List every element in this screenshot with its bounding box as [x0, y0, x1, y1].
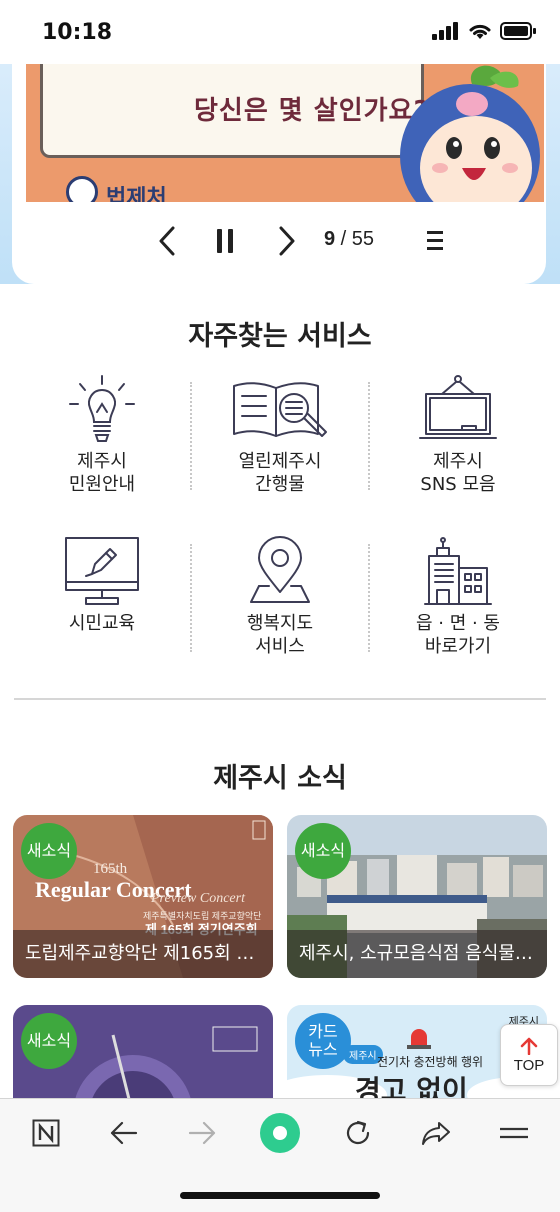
- pause-icon: [217, 229, 233, 253]
- service-sns[interactable]: 제주시 SNS 모음: [369, 374, 547, 496]
- monitor-pen-icon: [65, 537, 139, 605]
- slide-counter: 9 / 55: [324, 228, 374, 251]
- share-button[interactable]: [414, 1113, 458, 1153]
- news-card[interactable]: 새소식 제주시, 소규모음식점 음식물 쓰레기: [287, 815, 547, 978]
- menu-button[interactable]: [492, 1113, 536, 1153]
- service-civil-guide[interactable]: 제주시 민원안내: [13, 374, 191, 496]
- service-label: 시민교육: [68, 613, 136, 634]
- refresh-button[interactable]: [336, 1113, 380, 1153]
- service-citizen-education[interactable]: 시민교육: [13, 536, 191, 635]
- news-caption: 제주시, 소규모음식점 음식물 쓰레기: [287, 930, 547, 978]
- status-icons: [432, 22, 536, 40]
- service-label: 읍 · 면 · 동 바로가기: [415, 613, 500, 657]
- home-button[interactable]: [258, 1113, 302, 1153]
- scroll-top-label: TOP: [513, 1056, 545, 1074]
- thumb-script: Preview Concert: [151, 891, 245, 906]
- menu-icon: [500, 1127, 528, 1139]
- slide-list-button[interactable]: [422, 224, 448, 258]
- news-caption: 도립제주교향악단 제165회 정기연주회: [13, 930, 273, 978]
- building-icon: [424, 537, 492, 605]
- arrow-up-icon: [520, 1037, 538, 1055]
- lightbulb-icon: [69, 375, 135, 442]
- home-indicator: [180, 1192, 380, 1199]
- slide-total: 55: [351, 228, 375, 250]
- service-label: 제주시 민원안내: [68, 451, 136, 495]
- slide-current: 9: [324, 228, 336, 250]
- pause-slide-button[interactable]: [210, 224, 240, 258]
- service-district-shortcuts[interactable]: 읍 · 면 · 동 바로가기: [369, 536, 547, 658]
- chevron-right-icon: [279, 226, 295, 256]
- map-pin-icon: [250, 536, 310, 603]
- list-icon: [427, 231, 443, 250]
- service-label: 행복지도 서비스: [246, 613, 314, 657]
- status-time: 10:18: [42, 20, 113, 45]
- wifi-icon: [469, 24, 491, 39]
- naver-button[interactable]: [24, 1113, 68, 1153]
- scroll-top-button[interactable]: TOP: [500, 1024, 558, 1086]
- board-icon: [419, 375, 497, 439]
- forward-icon: [188, 1121, 216, 1145]
- naver-icon: [32, 1119, 60, 1147]
- share-icon: [422, 1122, 450, 1145]
- thumb-sub: 165th: [93, 861, 128, 877]
- news-title: 제주시 소식: [213, 763, 347, 794]
- news-badge: 새소식: [21, 1013, 77, 1069]
- service-label: 열린제주시 간행물: [238, 451, 322, 495]
- back-icon: [110, 1121, 138, 1145]
- forward-button[interactable]: [180, 1113, 224, 1153]
- mascot-illustration: [400, 65, 540, 202]
- battery-icon: [500, 22, 536, 40]
- news-card[interactable]: 165th Regular Concert Preview Concert 제주…: [13, 815, 273, 978]
- thumb-big: 경고 없이: [355, 1074, 468, 1098]
- service-label: 제주시 SNS 모음: [420, 451, 496, 495]
- banner-image[interactable]: 당신은 몇 살인가요? 법제처: [26, 64, 544, 202]
- book-search-icon: [233, 382, 327, 437]
- news-card[interactable]: 새소식: [13, 1005, 273, 1098]
- news-badge: 새소식: [295, 823, 351, 879]
- news-badge: 카드 뉴스: [295, 1013, 351, 1069]
- banner-carousel[interactable]: 당신은 몇 살인가요? 법제처 9 / 55: [12, 64, 546, 284]
- status-bar: 10:18: [0, 0, 560, 64]
- signal-icon: [432, 22, 458, 40]
- slide-separator: /: [335, 228, 352, 250]
- prev-slide-button[interactable]: [152, 224, 182, 258]
- service-happy-map[interactable]: 행복지도 서비스: [191, 536, 369, 658]
- home-icon: [260, 1113, 300, 1153]
- section-divider: [14, 698, 546, 700]
- banner-logo-text: 법제처: [106, 186, 167, 202]
- banner-controls: 9 / 55: [12, 216, 546, 266]
- back-button[interactable]: [102, 1113, 146, 1153]
- thumb-sub: 전기차 충전방해 행위: [377, 1055, 484, 1069]
- next-slide-button[interactable]: [272, 224, 302, 258]
- news-badge: 새소식: [21, 823, 77, 879]
- refresh-icon: [346, 1120, 370, 1145]
- chevron-left-icon: [159, 226, 175, 256]
- services-title: 자주찾는 서비스: [188, 321, 372, 352]
- service-publications[interactable]: 열린제주시 간행물: [191, 374, 369, 496]
- logo-mark: [66, 176, 98, 202]
